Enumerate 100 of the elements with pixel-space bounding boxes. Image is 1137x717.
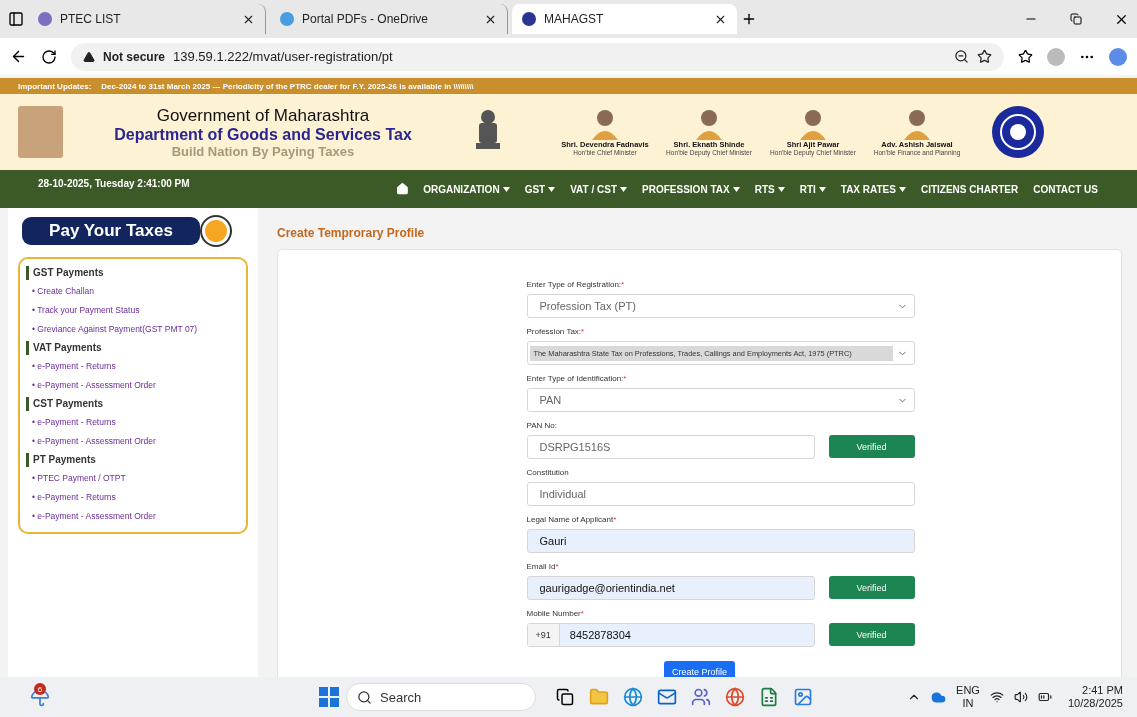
payment-link[interactable]: • e-Payment - Returns	[26, 413, 240, 432]
volume-icon[interactable]	[1013, 690, 1028, 704]
caret-icon	[732, 186, 740, 192]
payment-link[interactable]: • Greviance Against Payment(GST PMT 07)	[26, 320, 240, 339]
create-profile-button[interactable]: Create Profile	[664, 661, 735, 677]
person-silhouette-icon	[902, 108, 932, 140]
nav-link[interactable]: CONTACT US	[1033, 183, 1098, 195]
section-heading: CST Payments	[26, 397, 240, 411]
task-view-icon[interactable]	[556, 688, 574, 706]
person-silhouette-icon	[590, 108, 620, 140]
form-title: Create Temprorary Profile	[277, 226, 426, 240]
nav-link[interactable]: GST	[524, 183, 556, 195]
field-label: Mobile Number*	[526, 609, 585, 618]
field-label: PAN No:	[526, 421, 559, 430]
field-label: Enter Type of Registration:*	[526, 280, 626, 289]
person-silhouette-icon	[694, 108, 724, 140]
caret-icon	[620, 186, 628, 192]
nav-link[interactable]: TAX RATES	[840, 183, 906, 195]
caret-icon	[548, 186, 556, 192]
input-field[interactable]: Individual	[526, 482, 915, 506]
payment-link[interactable]: • Create Challan	[26, 282, 240, 301]
windows-start-icon[interactable]	[319, 687, 339, 707]
site-icon	[38, 12, 52, 26]
nav-link[interactable]: RTI	[799, 183, 826, 195]
cloud-icon[interactable]	[931, 689, 947, 705]
caret-icon	[818, 186, 826, 192]
people-icon[interactable]	[691, 687, 711, 707]
home-icon[interactable]	[396, 182, 410, 196]
battery-icon[interactable]	[1037, 690, 1052, 704]
back-icon[interactable]	[10, 48, 27, 65]
tab-title: Portal PDFs - OneDrive	[302, 12, 430, 26]
new-tab-icon[interactable]	[741, 11, 757, 27]
browser-tab[interactable]: Portal PDFs - OneDrive	[270, 4, 508, 34]
tab-title: PTEC LIST	[60, 12, 122, 26]
copilot-icon[interactable]	[1109, 47, 1127, 66]
language-code[interactable]: ENG	[956, 684, 980, 697]
wifi-icon[interactable]	[989, 690, 1004, 704]
dropdown-field[interactable]: PAN	[526, 388, 915, 412]
favorite-icon[interactable]	[977, 49, 992, 64]
updates-label: Important Updates:	[18, 81, 92, 91]
globe-icon[interactable]	[725, 687, 745, 707]
section-heading: PT Payments	[26, 453, 240, 467]
tab-title: MAHAGST	[544, 12, 605, 26]
image-icon[interactable]	[793, 687, 813, 707]
field-label: Profession Tax:*	[526, 327, 586, 336]
browser-tab[interactable]: PTEC LIST	[28, 4, 266, 34]
warning-icon	[83, 50, 95, 63]
payment-link[interactable]: • e-Payment - Assessment Order	[26, 376, 240, 395]
verified-button[interactable]: Verified	[828, 435, 915, 458]
clock-time[interactable]: 2:41 PM	[1082, 684, 1123, 697]
browser-icon[interactable]	[623, 687, 643, 707]
dropdown-field[interactable]: Profession Tax (PT)	[526, 294, 915, 318]
person-silhouette-icon	[798, 108, 828, 140]
payment-link[interactable]: • e-Payment - Assessment Order	[26, 432, 240, 451]
input-field[interactable]: Gauri	[526, 529, 915, 553]
pay-taxes-banner[interactable]: Pay Your Taxes	[22, 217, 200, 245]
field-label: Enter Type of Identification:*	[526, 374, 628, 383]
clock-date[interactable]: 10/28/2025	[1067, 697, 1123, 710]
site-title: Government of Maharashtra	[156, 105, 370, 126]
field-label: Email Id*	[526, 562, 560, 571]
spreadsheet-icon[interactable]	[759, 687, 779, 707]
search-icon	[357, 689, 372, 705]
favorites-icon[interactable]	[1018, 49, 1033, 64]
payment-link[interactable]: • Track your Payment Status	[26, 301, 240, 320]
tab-actions-icon[interactable]	[8, 11, 24, 27]
rupee-coin-icon	[202, 217, 230, 245]
site-icon	[522, 12, 536, 26]
field-label: Constitution	[526, 468, 570, 477]
field-label: Legal Name of Applicant*	[526, 515, 618, 524]
region-code[interactable]: IN	[962, 697, 974, 710]
address-bar[interactable]: Not secure 139.59.1.222/mvat/user-registration/pt	[71, 42, 1004, 71]
security-label: Not secure	[103, 49, 166, 64]
payment-link[interactable]: • e-Payment - Returns	[26, 357, 240, 376]
caret-icon	[898, 186, 906, 192]
site-icon	[280, 12, 294, 26]
restore-icon[interactable]	[1070, 13, 1082, 25]
verified-button[interactable]: Verified	[828, 576, 915, 599]
payment-link[interactable]: • PTEC Payment / OTPT	[26, 469, 240, 488]
browser-tab[interactable]: MAHAGST	[512, 4, 737, 34]
nav-link[interactable]: PROFESSION TAX	[642, 183, 740, 195]
verified-button[interactable]: Verified	[828, 623, 915, 646]
zoom-out-icon[interactable]	[954, 49, 969, 64]
payment-link[interactable]: • e-Payment - Returns	[26, 488, 240, 507]
date-time: 28-10-2025, Tuesday 2:41:00 PM	[38, 177, 191, 189]
nav-link[interactable]: VAT / CST	[570, 183, 628, 195]
nav-link[interactable]: CITIZENS CHARTER	[920, 183, 1019, 195]
reload-icon[interactable]	[41, 48, 57, 65]
nav-link[interactable]: ORGANIZATION	[423, 183, 510, 195]
notification-badge: 6	[34, 683, 46, 695]
taskbar-search[interactable]: Search	[346, 683, 536, 711]
caret-icon	[777, 186, 785, 192]
nav-link[interactable]: RTS	[754, 183, 785, 195]
input-field[interactable]: DSRPG1516S	[526, 435, 815, 459]
mail-icon[interactable]	[657, 687, 677, 707]
department-title: Department of Goods and Services Tax	[114, 125, 412, 144]
payment-link[interactable]: • e-Payment - Assessment Order	[26, 507, 240, 526]
tagline: Build Nation By Paying Taxes	[171, 143, 355, 159]
input-field[interactable]: +91 8452878304	[526, 623, 815, 647]
portrait-placeholder	[18, 106, 63, 158]
input-field[interactable]: gaurigadge@orientindia.net	[526, 576, 815, 600]
